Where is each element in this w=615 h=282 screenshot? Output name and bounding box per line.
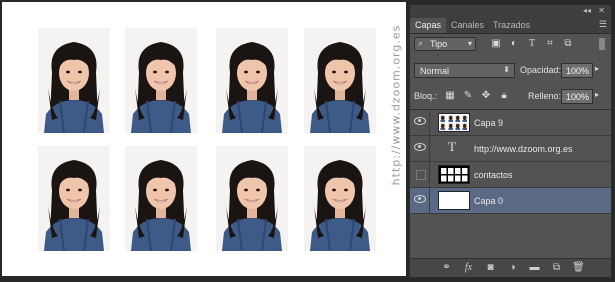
- fill-value: 100%: [566, 92, 590, 102]
- eye-icon: [414, 143, 426, 151]
- close-icon[interactable]: ✕: [598, 6, 605, 15]
- portrait-photo: [216, 28, 288, 133]
- blend-mode-select[interactable]: Normal ⬍: [414, 63, 515, 78]
- layer-name: Capa 9: [474, 118, 504, 128]
- panel-footer: ⚭ fx ◙ ◑ ▬ ⧉ 🗑︎: [410, 258, 611, 277]
- adjustment-layer-icon[interactable]: ◑: [506, 262, 519, 274]
- fill-label: Relleno:: [528, 91, 562, 101]
- layer-name: http://www.dzoom.org.es: [474, 144, 573, 154]
- layer-row-capa-0[interactable]: Capa 0: [410, 188, 611, 214]
- portrait-photo: [38, 146, 110, 251]
- hidden-box-icon: [416, 170, 426, 180]
- trash-icon[interactable]: 🗑︎: [572, 262, 585, 274]
- visibility-toggle[interactable]: [410, 162, 430, 187]
- visibility-toggle[interactable]: [410, 136, 430, 161]
- opacity-dropdown-icon[interactable]: ▸: [595, 64, 599, 73]
- portrait-photo: [216, 146, 288, 251]
- filter-toggle[interactable]: [599, 38, 605, 50]
- filter-type-select[interactable]: ⌕ Tipo ▾: [414, 37, 476, 51]
- panel-menu-icon[interactable]: ☰: [599, 19, 607, 30]
- layer-row-capa-9[interactable]: Capa 9: [410, 110, 611, 136]
- fill-field[interactable]: 100%: [561, 89, 593, 104]
- visibility-toggle[interactable]: [410, 188, 430, 213]
- layer-thumbnail: [438, 165, 470, 184]
- opacity-field[interactable]: 100%: [561, 63, 593, 78]
- lock-row: Bloq.: ▦ ✎ ✥ 🔒︎ Relleno: 100% ▸: [410, 85, 611, 107]
- image-filter-icon[interactable]: ▣: [490, 38, 502, 50]
- chevron-down-icon: ▾: [467, 39, 472, 48]
- tab-canales[interactable]: Canales: [446, 18, 489, 33]
- layer-row-text[interactable]: T http://www.dzoom.org.es: [410, 136, 611, 162]
- shape-filter-icon[interactable]: ⌗: [544, 38, 556, 50]
- filter-type-label: Tipo: [430, 39, 448, 49]
- collapse-icon[interactable]: ◂◂: [583, 6, 591, 15]
- portrait-photo: [125, 146, 197, 251]
- opacity-label: Opacidad:: [520, 65, 562, 75]
- lock-all-icon[interactable]: 🔒︎: [498, 90, 510, 102]
- layers-list: Capa 9 T http://www.dzoom.org.es contact…: [410, 109, 611, 258]
- opacity-value: 100%: [566, 66, 590, 76]
- fill-dropdown-icon[interactable]: ▸: [595, 90, 599, 99]
- adjustment-filter-icon[interactable]: ◐: [508, 38, 520, 50]
- new-layer-icon[interactable]: ⧉: [550, 262, 563, 274]
- lock-label: Bloq.:: [414, 91, 438, 101]
- smart-object-filter-icon[interactable]: ⧉: [562, 38, 574, 50]
- portrait-photo: [38, 28, 110, 133]
- visibility-toggle[interactable]: [410, 110, 430, 135]
- photo-sheet[interactable]: http://www.dzoom.org.es: [2, 2, 406, 276]
- panel-tabs: Capas Canales Trazados ☰: [410, 17, 611, 34]
- link-layers-icon[interactable]: ⚭: [440, 262, 453, 274]
- add-mask-icon[interactable]: ◙: [484, 262, 497, 274]
- tab-trazados[interactable]: Trazados: [488, 18, 535, 33]
- lock-position-icon[interactable]: ✥: [480, 90, 492, 102]
- watermark-text: http://www.dzoom.org.es: [389, 24, 403, 186]
- portrait-photo: [125, 28, 197, 133]
- portrait-photo: [304, 146, 376, 251]
- text-layer-icon: T: [448, 139, 456, 154]
- tab-capas[interactable]: Capas: [410, 18, 447, 33]
- search-icon: ⌕: [418, 38, 424, 48]
- document-canvas[interactable]: http://www.dzoom.org.es: [0, 0, 408, 282]
- layer-thumbnail: [438, 191, 470, 210]
- layer-row-contactos[interactable]: contactos: [410, 162, 611, 188]
- layer-name: contactos: [474, 170, 513, 180]
- portrait-photo: [304, 28, 376, 133]
- blend-mode-value: Normal: [420, 66, 450, 76]
- panel-header: ◂◂ ✕: [410, 5, 611, 17]
- lock-brush-icon[interactable]: ✎: [462, 90, 474, 102]
- text-filter-icon[interactable]: T: [526, 38, 538, 50]
- eye-icon: [414, 195, 426, 203]
- updown-arrow-icon: ⬍: [503, 65, 510, 74]
- lock-transparency-icon[interactable]: ▦: [444, 90, 456, 102]
- blend-row: Normal ⬍ Opacidad: 100% ▸: [410, 59, 611, 81]
- fx-icon[interactable]: fx: [462, 262, 475, 274]
- eye-icon: [414, 117, 426, 125]
- layers-panel: ◂◂ ✕ Capas Canales Trazados ☰ ⌕ Tipo ▾ ▣…: [409, 4, 612, 278]
- layer-name: Capa 0: [474, 196, 504, 206]
- new-group-icon[interactable]: ▬: [528, 262, 541, 274]
- watermark: http://www.dzoom.org.es: [386, 0, 406, 210]
- layer-thumbnail: [438, 113, 470, 132]
- filter-row: ⌕ Tipo ▾ ▣ ◐ T ⌗ ⧉: [410, 34, 611, 54]
